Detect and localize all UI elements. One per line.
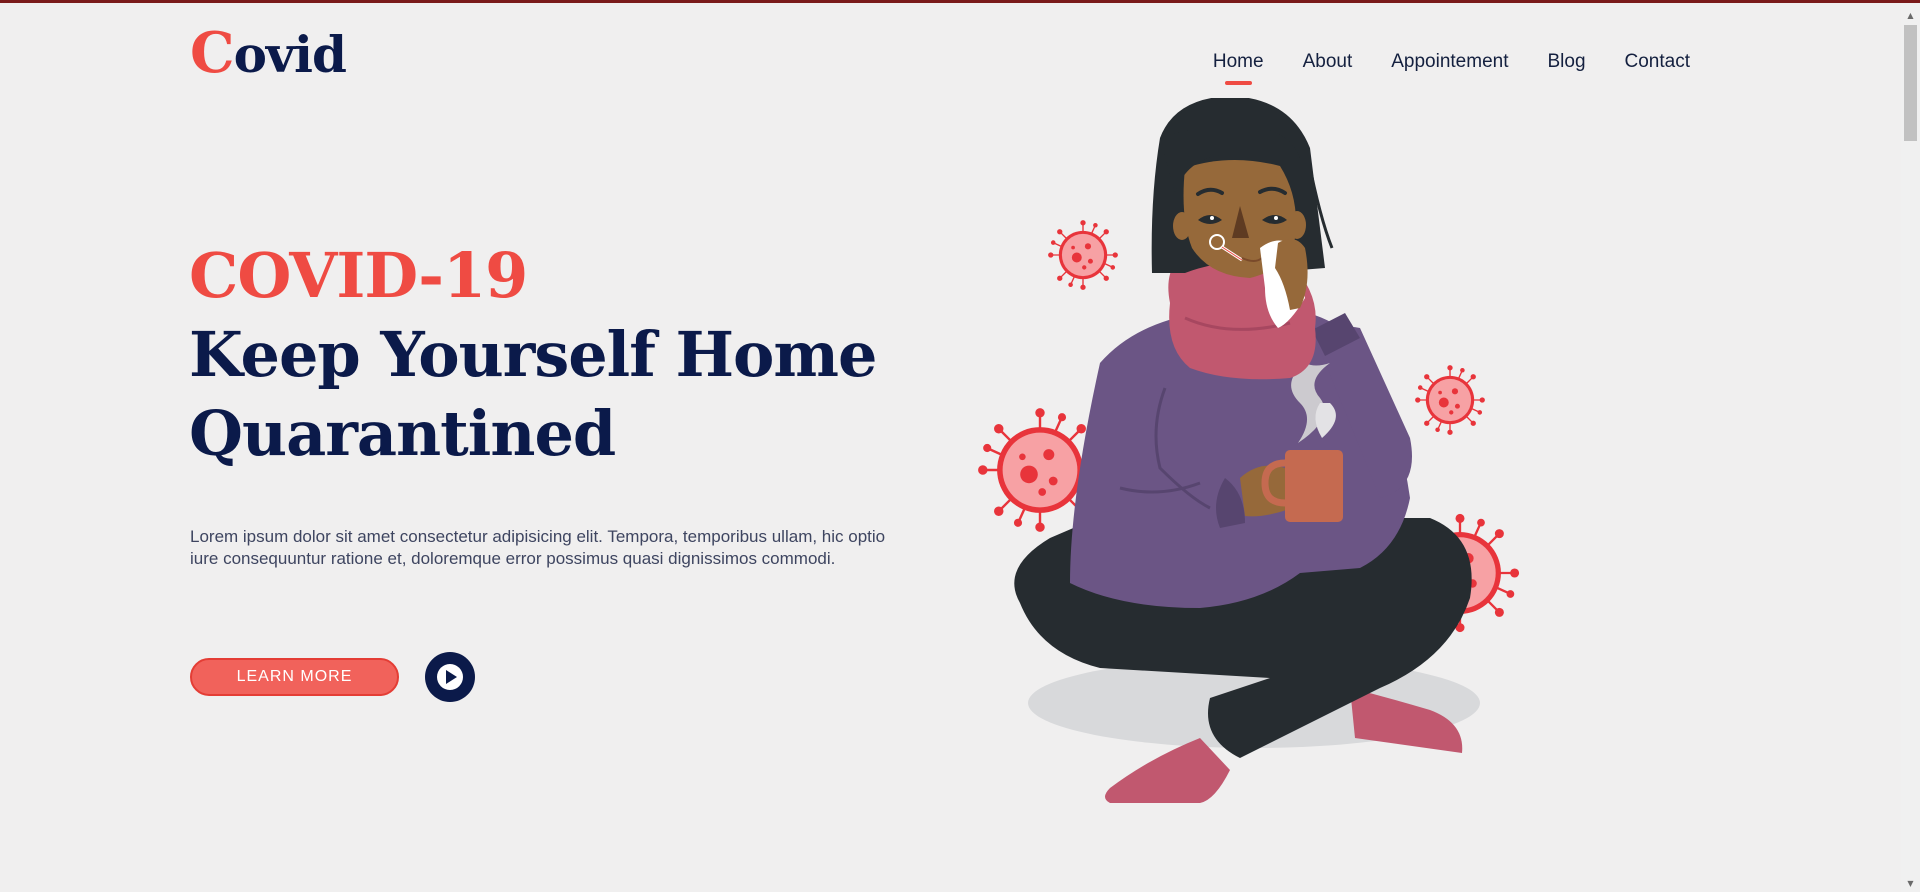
nav-contact[interactable]: Contact [1625,51,1690,73]
scrollbar-thumb[interactable] [1904,25,1917,141]
sick-woman-illustration [978,98,1520,803]
nav-appointement[interactable]: Appointement [1391,51,1508,73]
scroll-down-arrow-icon[interactable]: ▼ [1901,875,1920,892]
hero-description: Lorem ipsum dolor sit amet consectetur a… [190,527,886,568]
logo-first-letter: C [190,20,235,86]
play-button[interactable] [425,652,475,702]
nav-blog[interactable]: Blog [1547,51,1585,73]
hero-title: COVID-19 Keep Yourself Home Quarantined [189,236,877,473]
hero-title-line1: Keep Yourself Home [189,318,877,391]
hero-title-line2: Quarantined [189,397,616,470]
play-icon [437,664,463,690]
logo-rest: ovid [233,25,347,84]
learn-more-button[interactable]: LEARN MORE [190,658,399,696]
scroll-up-arrow-icon[interactable]: ▲ [1901,7,1920,24]
nav-home[interactable]: Home [1213,51,1264,85]
hero-title-covid: COVID-19 [189,239,528,312]
nav-about[interactable]: About [1303,51,1353,73]
main-nav: Home About Appointement Blog Contact [1213,51,1690,85]
logo[interactable]: Covid [190,25,347,84]
scrollbar[interactable]: ▲ ▼ [1901,3,1920,892]
